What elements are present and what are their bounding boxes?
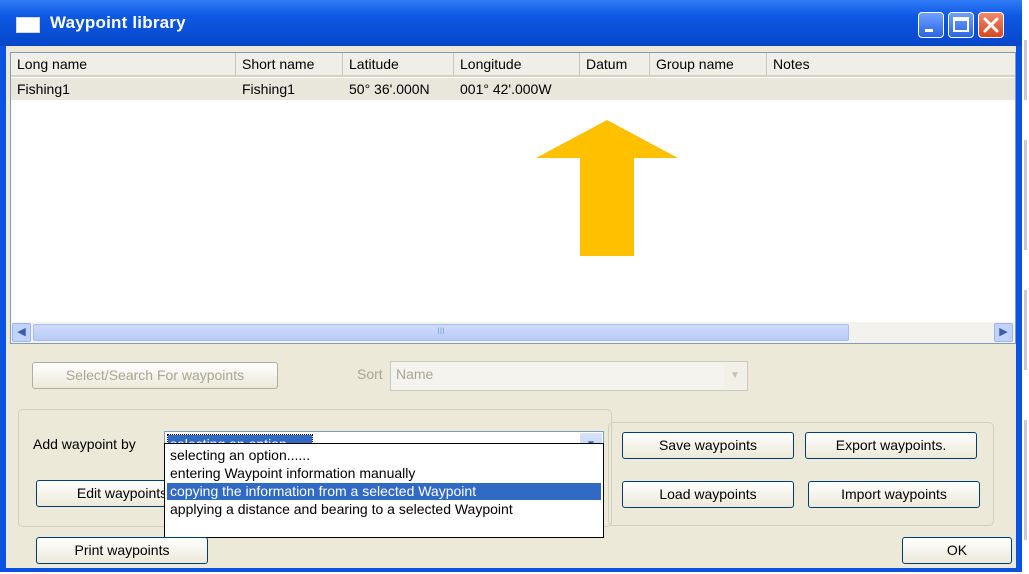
cell-longitude: 001° 42'.000W: [460, 81, 552, 97]
cell-latitude: 50° 36'.000N: [349, 81, 430, 97]
window-title: Waypoint library: [50, 13, 186, 32]
column-header-group-name[interactable]: Group name: [650, 53, 767, 75]
horizontal-scrollbar[interactable]: ◀ III ▶: [11, 322, 1015, 343]
import-waypoints-button[interactable]: Import waypoints: [808, 481, 980, 508]
scroll-left-button[interactable]: ◀: [12, 323, 31, 342]
column-header-latitude[interactable]: Latitude: [343, 53, 454, 75]
column-header-notes[interactable]: Notes: [767, 53, 1015, 75]
print-waypoints-button[interactable]: Print waypoints: [36, 537, 208, 564]
close-button[interactable]: [978, 12, 1004, 38]
save-waypoints-button[interactable]: Save waypoints: [622, 432, 794, 459]
add-waypoint-dropdown-list[interactable]: selecting an option...... entering Waypo…: [164, 443, 604, 538]
chevron-right-icon: ▶: [999, 326, 1008, 338]
select-search-waypoints-button[interactable]: Select/Search For waypoints: [32, 362, 278, 389]
list-header: Long name Short name Latitude Longitude …: [11, 53, 1015, 77]
load-waypoints-button[interactable]: Load waypoints: [622, 481, 794, 508]
cell-group-name: [650, 78, 767, 100]
cell-notes: [767, 78, 1015, 100]
dropdown-option[interactable]: selecting an option......: [167, 447, 601, 464]
column-header-short-name[interactable]: Short name: [236, 53, 343, 75]
sort-value: Name: [396, 366, 434, 382]
arrow-shape: [536, 120, 678, 256]
column-header-long-name[interactable]: Long name: [11, 53, 236, 75]
cell-short-name: Fishing1: [242, 81, 295, 97]
maximize-button[interactable]: [948, 12, 974, 38]
minimize-button[interactable]: [918, 12, 944, 38]
scrollbar-grip: III: [437, 326, 445, 336]
column-header-longitude[interactable]: Longitude: [454, 53, 580, 75]
cell-long-name: Fishing1: [17, 81, 70, 97]
scroll-right-button[interactable]: ▶: [994, 323, 1013, 342]
ok-button[interactable]: OK: [902, 537, 1012, 564]
add-waypoint-label: Add waypoint by: [33, 436, 136, 452]
dropdown-option[interactable]: applying a distance and bearing to a sel…: [167, 501, 601, 518]
dropdown-option-highlighted[interactable]: copying the information from a selected …: [167, 483, 601, 500]
sort-label: Sort: [357, 366, 383, 382]
background-edge: [1022, 0, 1029, 574]
window-icon: [16, 17, 40, 33]
annotation-arrow: [536, 120, 678, 256]
close-icon: [983, 17, 999, 33]
sort-select[interactable]: Name ▼: [390, 361, 748, 391]
export-waypoints-button[interactable]: Export waypoints.: [805, 432, 977, 459]
cell-datum: [580, 78, 650, 100]
maximize-icon: [953, 17, 969, 32]
chevron-left-icon: ◀: [17, 326, 26, 338]
table-row[interactable]: Fishing1 Fishing1 50° 36'.000N 001° 42'.…: [11, 78, 1015, 100]
scrollbar-thumb[interactable]: III: [33, 324, 849, 341]
chevron-down-icon[interactable]: ▼: [724, 363, 746, 389]
dropdown-option[interactable]: entering Waypoint information manually: [167, 465, 601, 482]
column-header-datum[interactable]: Datum: [580, 53, 650, 75]
minimize-icon: [925, 29, 933, 32]
